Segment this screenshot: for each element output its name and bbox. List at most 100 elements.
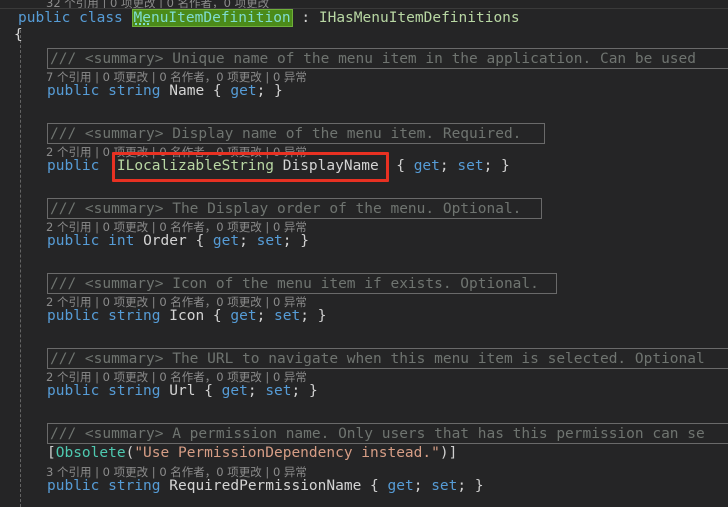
space-4 — [310, 10, 319, 26]
sp — [108, 158, 117, 174]
accessor-semi1-1: ; — [439, 158, 449, 174]
sp — [248, 233, 257, 249]
accessor-semi1-4: ; — [247, 383, 257, 399]
accessor-semi1-2: ; — [239, 233, 248, 249]
attribute-close-paren: ) — [439, 445, 449, 461]
accessor-set-2: set — [256, 233, 283, 249]
modifier-public-order: public — [47, 233, 100, 249]
indent-guide — [20, 30, 21, 507]
sp — [99, 383, 108, 399]
sp — [405, 158, 414, 174]
accessor-semi2-3: ; — [300, 308, 309, 324]
sp — [422, 478, 431, 494]
keyword-public: public — [18, 10, 71, 26]
accessor-open-3: { — [212, 308, 222, 324]
accessor-semi-0: ; — [256, 83, 266, 99]
sp — [379, 158, 388, 174]
sp — [361, 478, 370, 494]
sp — [379, 478, 388, 494]
sp — [99, 83, 108, 99]
sp — [161, 308, 170, 324]
attribute-obsolete-line[interactable]: [Obsolete("Use PermissionDependency inst… — [47, 441, 457, 466]
property-name-1: DisplayName — [282, 158, 379, 174]
property-line-name: public string Name { get; } — [47, 79, 283, 104]
accessor-close-4: } — [309, 383, 318, 399]
sp — [204, 233, 213, 249]
attribute-argument: "Use PermissionDependency instead." — [134, 445, 440, 461]
sp — [204, 308, 213, 324]
property-name-0: Name — [169, 83, 205, 99]
sp — [265, 308, 274, 324]
attribute-open-paren: ( — [125, 445, 135, 461]
type-name-4: string — [108, 383, 161, 399]
doc-summary-displayname[interactable]: /// <summary> Display name of the menu i… — [47, 123, 545, 144]
space-1 — [70, 10, 79, 26]
accessor-semi2-2: ; — [282, 233, 292, 249]
modifier-public-name: public — [47, 83, 100, 99]
property-line-displayname: public ILocalizableString DisplayName { … — [47, 154, 510, 179]
sp — [265, 83, 274, 99]
sp — [466, 478, 475, 494]
class-declaration-line: public class MenuItemDefinition : IHasMe… — [18, 6, 520, 31]
sp — [492, 158, 501, 174]
attribute-close-bracket: ] — [448, 445, 458, 461]
doc-summary-name[interactable]: /// <summary> Unique name of the menu it… — [47, 48, 728, 69]
accessor-get-5: get — [387, 478, 414, 494]
modifier-public-icon: public — [47, 308, 100, 324]
property-name-5: RequiredPermissionName — [169, 478, 362, 494]
accessor-semi2-5: ; — [457, 478, 467, 494]
accessor-open-4: { — [204, 383, 213, 399]
accessor-open-0: { — [212, 83, 222, 99]
property-line-order: public int Order { get; set; } — [47, 229, 309, 254]
doc-summary-icon[interactable]: /// <summary> Icon of the menu item if e… — [47, 273, 557, 294]
accessor-set-5: set — [431, 478, 458, 494]
type-name-3: string — [108, 308, 161, 324]
accessor-close-1: } — [501, 158, 510, 174]
code-editor[interactable]: 32 个引用 | 0 项更改 | 0 名作者，0 项更改 public clas… — [0, 0, 728, 507]
accessor-set-1: set — [457, 158, 484, 174]
accessor-set-3: set — [274, 308, 301, 324]
sp — [213, 383, 222, 399]
sp — [161, 478, 170, 494]
accessor-get-0: get — [230, 83, 257, 99]
property-name-3: Icon — [169, 308, 205, 324]
modifier-public-rpn: public — [47, 478, 100, 494]
type-name-1: ILocalizableString — [116, 158, 274, 174]
base-interface-name: IHasMenuItemDefinitions — [318, 10, 520, 26]
type-name-2: int — [108, 233, 135, 249]
keyword-class: class — [79, 10, 123, 26]
sp — [99, 478, 108, 494]
sp — [309, 308, 318, 324]
sp — [204, 83, 213, 99]
accessor-close-5: } — [474, 478, 484, 494]
accessor-set-4: set — [265, 383, 292, 399]
accessor-close-0: } — [274, 83, 283, 99]
accessor-open-1: { — [396, 158, 405, 174]
accessor-get-4: get — [221, 383, 248, 399]
doc-summary-url[interactable]: /// <summary> The URL to navigate when t… — [47, 348, 728, 369]
property-name-2: Order — [143, 233, 187, 249]
accessor-semi2-4: ; — [291, 383, 301, 399]
sp — [195, 383, 204, 399]
property-line-requiredpermissionname: public string RequiredPermissionName { g… — [47, 474, 484, 499]
accessor-get-3: get — [230, 308, 257, 324]
class-name-highlight[interactable]: MenuItemDefinition — [131, 9, 293, 27]
accessor-semi1-3: ; — [256, 308, 266, 324]
accessor-get-2: get — [212, 233, 240, 249]
sp — [300, 383, 309, 399]
type-name-0: string — [108, 83, 161, 99]
class-open-brace: { — [14, 27, 23, 43]
accessor-close-2: } — [300, 233, 309, 249]
type-name-5: string — [108, 478, 161, 494]
sp — [161, 383, 170, 399]
accessor-open-5: { — [370, 478, 379, 494]
accessor-open-2: { — [195, 233, 205, 249]
accessor-semi2-1: ; — [483, 158, 493, 174]
property-line-url: public string Url { get; set; } — [47, 379, 318, 404]
doc-summary-order[interactable]: /// <summary> The Display order of the m… — [47, 198, 542, 219]
sp — [161, 83, 170, 99]
property-name-4: Url — [169, 383, 196, 399]
accessor-get-1: get — [413, 158, 440, 174]
sp — [292, 233, 301, 249]
sp — [388, 158, 397, 174]
